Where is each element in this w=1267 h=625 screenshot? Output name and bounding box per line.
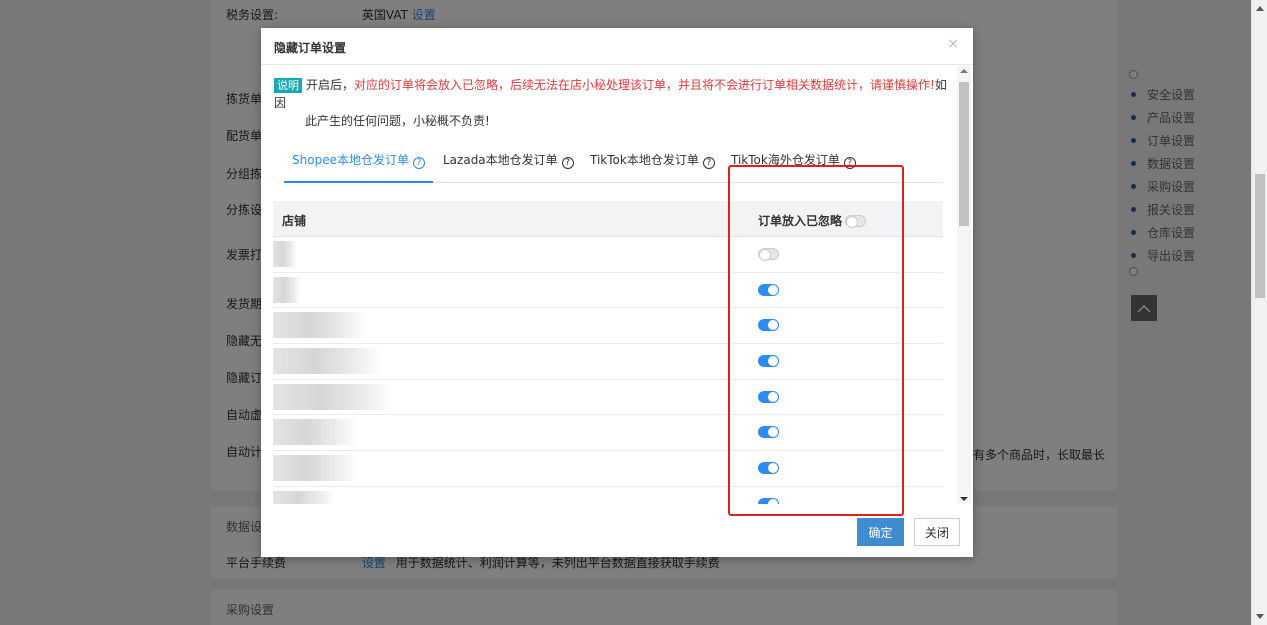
dialog-title: 隐藏订单设置 xyxy=(274,41,347,55)
scroll-down-arrow-icon[interactable] xyxy=(960,497,968,501)
tab-label: Shopee本地仓发订单 xyxy=(292,153,409,167)
help-circle-icon[interactable]: ? xyxy=(702,157,715,169)
help-circle-icon[interactable]: ? xyxy=(561,157,574,169)
scroll-up-arrow-icon[interactable] xyxy=(1256,6,1264,11)
hide-order-settings-dialog: 隐藏订单设置 × 说明 开启后，对应的订单将会放入已忽略，后续无法在店小秘处理该订… xyxy=(261,28,973,557)
page-scroll-thumb[interactable] xyxy=(1255,174,1265,298)
shop-name-redacted xyxy=(273,241,297,267)
close-icon[interactable]: × xyxy=(947,36,959,52)
dialog-scrollbar[interactable] xyxy=(957,66,971,504)
shop-name-redacted xyxy=(273,455,357,482)
close-button[interactable]: 关闭 xyxy=(914,518,960,546)
scroll-up-arrow-icon[interactable] xyxy=(960,69,968,73)
shop-name-redacted xyxy=(273,419,357,446)
help-circle-icon[interactable]: ? xyxy=(412,157,425,169)
shop-name-redacted xyxy=(273,383,393,410)
page-scrollbar[interactable] xyxy=(1251,0,1267,625)
tab-label: TikTok本地仓发订单 xyxy=(590,153,699,167)
shop-name-redacted xyxy=(273,276,301,303)
notice-line2: 此产生的任何问题，小秘概不负责! xyxy=(305,114,490,128)
dialog-footer: 确定 关闭 xyxy=(261,504,973,557)
shop-name-redacted xyxy=(273,312,368,339)
dialog-scroll-thumb[interactable] xyxy=(959,82,969,226)
dialog-header: 隐藏订单设置 × xyxy=(261,28,973,65)
scroll-down-arrow-icon[interactable] xyxy=(1256,614,1264,619)
notice-text: 说明 开启后，对应的订单将会放入已忽略，后续无法在店小秘处理该订单，并且将不会进行… xyxy=(274,76,949,130)
notice-prefix: 开启后， xyxy=(306,78,355,92)
highlight-annotation-box xyxy=(728,165,904,516)
confirm-button[interactable]: 确定 xyxy=(857,518,904,546)
tab-lazada-local[interactable]: Lazada本地仓发订单? xyxy=(443,146,574,183)
shop-name-redacted xyxy=(273,348,381,375)
tab-shopee-local[interactable]: Shopee本地仓发订单? xyxy=(284,146,433,183)
tab-tiktok-local[interactable]: TikTok本地仓发订单? xyxy=(590,146,715,183)
notice-warning: 对应的订单将会放入已忽略，后续无法在店小秘处理该订单，并且将不会进行订单相关数据… xyxy=(354,78,935,92)
notice-badge: 说明 xyxy=(274,78,302,93)
column-header-shop: 店铺 xyxy=(282,214,307,228)
tab-label: Lazada本地仓发订单 xyxy=(443,153,558,167)
shop-name-redacted xyxy=(273,490,335,504)
